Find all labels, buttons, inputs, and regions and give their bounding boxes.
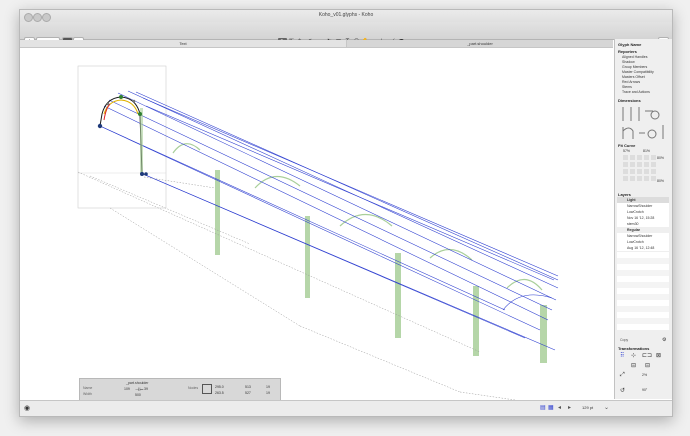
info-bound-w[interactable]: 19 [266, 385, 270, 389]
layer-list-empty [617, 252, 669, 330]
zoom-level[interactable]: 129 pt [582, 405, 593, 410]
rotate-value[interactable]: 90° [642, 388, 647, 392]
info-rsb[interactable]: 39 [144, 387, 148, 391]
align-center-icon[interactable]: ⊹ [631, 352, 636, 359]
info-width[interactable]: 500 [135, 393, 141, 397]
window-title: Koho_v01.glyphs - Koho [318, 12, 374, 18]
reporter-item[interactable]: Aligned Handles [622, 55, 648, 59]
fit-curve-min[interactable]: 57% [623, 149, 630, 153]
reporter-item[interactable]: Group Members [622, 65, 647, 69]
info-y[interactable]: 263.5 [215, 391, 224, 395]
nodes-mode-icon[interactable]: ▦ [548, 404, 554, 411]
mirror-icon[interactable]: ⊠ [656, 352, 661, 359]
info-x[interactable]: 295.0 [215, 385, 224, 389]
info-w[interactable]: 513 [245, 385, 251, 389]
layer-item[interactable]: Aug 16 '12, 12:48 [617, 245, 669, 251]
flip-horizontal-icon[interactable]: ⊟ [631, 362, 636, 369]
dimensions-glyphs [622, 107, 664, 139]
info-glyph-name[interactable]: _part.shoulder [126, 381, 148, 385]
distribute-icon[interactable]: ⊏⊐ [642, 352, 652, 359]
info-bound-h[interactable]: 19 [266, 391, 270, 395]
next-glyph-icon[interactable]: ▸ [568, 404, 571, 411]
metrics-box [77, 65, 167, 209]
tab-part-shoulder[interactable]: _part.shoulder [347, 40, 613, 47]
reporter-item[interactable]: Trace and Actions [622, 90, 650, 94]
status-bar: ◉ ▤ ▦ ◂ ▸ 129 pt ⌄ [20, 400, 672, 416]
fit-curve-right-bottom[interactable]: 80% [657, 179, 664, 183]
rotate-icon[interactable]: ↺ [620, 387, 625, 394]
dimensions-header[interactable]: Dimensions [618, 98, 641, 103]
info-x-label: Nodes [188, 386, 199, 390]
zoom-dropdown-icon[interactable]: ⌄ [604, 404, 609, 411]
reporter-item[interactable]: Shadow [622, 60, 635, 64]
view-mode-icon[interactable]: ▤ [540, 404, 546, 411]
glyph-name-header[interactable]: Glyph Name [618, 42, 641, 47]
info-lsb[interactable]: 109 [124, 387, 130, 391]
reporter-item[interactable]: Master Compatibility [622, 70, 654, 74]
eye-icon[interactable]: ◉ [24, 404, 30, 412]
toolbar: I ≡ ≡ n n ↖ ⇱ ✎ ✐ ▭ ↻ ⊡ T ⎔ ✋ ⌕ ⊢ ⟋ ⧉ ▣ [20, 22, 672, 49]
tab-bar: Text _part.shoulder [20, 40, 613, 48]
transform-origin-icon[interactable] [202, 384, 212, 394]
stem-fill [140, 108, 143, 174]
app-window: Koho_v01.glyphs - Koho I ≡ ≡ n n ↖ ⇱ ✎ ✐… [19, 9, 673, 417]
reporter-item[interactable]: Masters Offset [622, 75, 645, 79]
shadow-guides [77, 171, 516, 401]
extrusion-arches [172, 143, 543, 291]
extrusion-fills [215, 170, 547, 363]
info-h[interactable]: 527 [245, 391, 251, 395]
scale-icon[interactable]: ⤢ [620, 372, 625, 379]
flip-vertical-icon[interactable]: ⊟ [645, 362, 650, 369]
reporter-item[interactable]: Red Arrows [622, 80, 640, 84]
glyph-drawing [77, 65, 559, 401]
copy-button[interactable]: Copy [620, 338, 628, 342]
reporters-header[interactable]: Reporters [618, 49, 637, 54]
scale-value[interactable]: 2% [642, 373, 647, 377]
transformations-header[interactable]: Transformations [618, 346, 649, 351]
align-grid-icon[interactable]: ⠿ [620, 352, 624, 359]
fit-curve-right-top[interactable]: 80% [657, 156, 664, 160]
layer-options-icon[interactable]: ⚙ [662, 337, 666, 343]
info-name-label: Name [83, 386, 93, 390]
fit-curve-grid[interactable] [623, 155, 657, 183]
fit-curve-max[interactable]: 81% [643, 149, 650, 153]
right-sidebar: Glyph Name Reporters Aligned Handles Sha… [614, 39, 672, 399]
previous-glyph-icon[interactable]: ◂ [558, 404, 561, 411]
reporter-item[interactable]: Stems [622, 85, 632, 89]
tab-text[interactable]: Text [20, 40, 347, 47]
glyph-canvas[interactable]: _part.shoulder Name Width 109 ⊣⊢ 39 500 … [20, 48, 613, 401]
fit-curve-header[interactable]: Fit Curve [618, 143, 635, 148]
extrusion-lines [99, 90, 559, 351]
info-width-label: Width [83, 392, 92, 396]
glyph-info-panel: _part.shoulder Name Width 109 ⊣⊢ 39 500 … [79, 378, 281, 401]
